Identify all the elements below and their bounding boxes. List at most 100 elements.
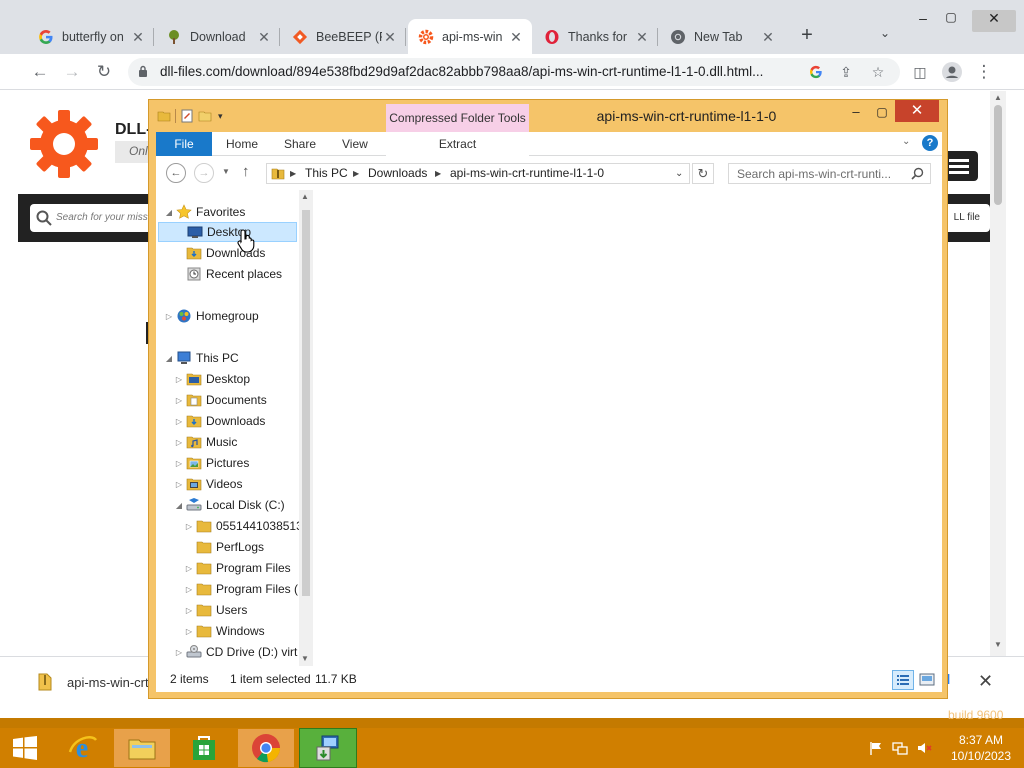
expand-arrow-icon[interactable]: ▷	[184, 627, 194, 636]
navigation-pane-scrollbar[interactable]: ▲ ▼	[299, 190, 313, 666]
nav-folder-05514410385131[interactable]: ▷ 05514410385131	[184, 516, 299, 536]
explorer-title-bar[interactable]: ▾ Compressed Folder Tools api-ms-win-crt…	[149, 100, 947, 132]
search-input[interactable]	[729, 164, 909, 183]
nav-videos[interactable]: ▷ Videos	[174, 474, 243, 494]
nav-music[interactable]: ▷ Music	[174, 432, 237, 452]
expand-ribbon-chevron-icon[interactable]: ⌄	[902, 136, 910, 147]
expand-arrow-icon[interactable]: ▷	[184, 606, 194, 615]
collapse-arrow-icon[interactable]: ◢	[174, 501, 184, 510]
nav-folder-program-files-x86[interactable]: ▷ Program Files (	[184, 579, 298, 599]
properties-icon[interactable]	[180, 109, 194, 123]
expand-arrow-icon[interactable]: ▷	[174, 375, 184, 384]
reload-icon[interactable]: ↻	[92, 60, 116, 84]
site-brand[interactable]: DLL-	[115, 121, 151, 139]
details-view-icon[interactable]	[892, 670, 914, 690]
nav-this-pc-desktop[interactable]: ▷ Desktop	[174, 369, 250, 389]
breadcrumb-current-folder[interactable]: api-ms-win-crt-runtime-l1-1-0	[450, 164, 604, 183]
scrollbar-thumb[interactable]	[302, 210, 310, 596]
scroll-down-icon[interactable]: ▼	[990, 640, 1006, 652]
folder-icon[interactable]	[157, 109, 171, 123]
expand-arrow-icon[interactable]: ▷	[184, 522, 194, 531]
recent-locations-chevron-icon[interactable]: ▼	[222, 167, 230, 176]
nav-pictures[interactable]: ▷ Pictures	[174, 453, 249, 473]
tab-close-icon[interactable]: ✕	[634, 29, 650, 45]
up-arrow-icon[interactable]: ↑	[242, 163, 250, 180]
bookmark-star-icon[interactable]: ☆	[868, 62, 888, 82]
expand-arrow-icon[interactable]: ▷	[174, 417, 184, 426]
kebab-menu-icon[interactable]: ⋮	[972, 60, 996, 84]
share-icon[interactable]: ⇪	[836, 62, 856, 82]
expand-arrow-icon[interactable]: ▷	[164, 312, 174, 321]
nav-documents[interactable]: ▷ Documents	[174, 390, 267, 410]
profile-avatar-icon[interactable]	[940, 60, 964, 84]
expand-arrow-icon[interactable]: ▷	[174, 438, 184, 447]
tab-home[interactable]: Home	[226, 132, 258, 156]
breadcrumb-separator-icon[interactable]: ▶	[353, 164, 359, 183]
close-download-bar-icon[interactable]: ✕	[978, 671, 993, 692]
nav-recent-places[interactable]: Recent places	[184, 264, 282, 284]
new-folder-icon[interactable]	[198, 109, 212, 123]
tab-view[interactable]: View	[342, 132, 368, 156]
close-window-icon[interactable]: ✕	[972, 10, 1016, 32]
taskbar-file-explorer[interactable]	[114, 729, 170, 767]
action-center-flag-icon[interactable]	[868, 740, 884, 756]
breadcrumb-separator-icon[interactable]: ▶	[290, 164, 296, 183]
scroll-up-icon[interactable]: ▲	[301, 192, 309, 201]
system-clock[interactable]: 8:37 AM 10/10/2023	[946, 732, 1016, 764]
back-arrow-icon[interactable]: ←	[28, 60, 52, 84]
minimize-icon[interactable]: –	[908, 10, 938, 30]
breadcrumb-this-pc[interactable]: This PC	[305, 164, 348, 183]
tab-close-icon[interactable]: ✕	[760, 29, 776, 45]
forward-arrow-icon[interactable]: →	[60, 60, 84, 84]
address-bar[interactable]: ▶ This PC ▶ Downloads ▶ api-ms-win-crt-r…	[266, 163, 690, 184]
tab-close-icon[interactable]: ✕	[508, 29, 524, 45]
tab-download[interactable]: Download ✕	[156, 19, 280, 54]
breadcrumb-downloads[interactable]: Downloads	[368, 164, 427, 183]
nav-this-pc[interactable]: ◢ This PC	[164, 348, 239, 368]
taskbar-chrome[interactable]	[238, 729, 294, 767]
nav-homegroup[interactable]: ▷ Homegroup	[164, 306, 259, 326]
tab-file[interactable]: File	[156, 132, 212, 156]
expand-arrow-icon[interactable]: ▷	[174, 396, 184, 405]
new-tab-plus-icon[interactable]: +	[795, 25, 819, 46]
expand-arrow-icon[interactable]: ▷	[174, 459, 184, 468]
tab-share[interactable]: Share	[284, 132, 316, 156]
start-button[interactable]	[0, 729, 50, 767]
expand-arrow-icon[interactable]: ▷	[184, 564, 194, 573]
tab-close-icon[interactable]: ✕	[130, 29, 146, 45]
nav-favorites-desktop[interactable]: Desktop	[158, 222, 297, 242]
nav-favorites[interactable]: ◢ Favorites	[164, 202, 245, 222]
address-bar[interactable]: dll-files.com/download/894e538fbd29d9af2…	[128, 58, 900, 86]
tab-thanks[interactable]: Thanks for ✕	[534, 19, 658, 54]
nav-folder-windows[interactable]: ▷ Windows	[184, 621, 265, 641]
scrollbar-thumb[interactable]	[994, 105, 1002, 205]
tab-close-icon[interactable]: ✕	[256, 29, 272, 45]
close-window-icon[interactable]: ✕	[895, 100, 939, 122]
network-icon[interactable]	[892, 740, 908, 756]
tab-api-ms-win[interactable]: api-ms-win ✕	[408, 19, 532, 54]
tab-close-icon[interactable]: ✕	[382, 29, 398, 45]
volume-muted-icon[interactable]	[916, 740, 932, 756]
tab-butterfly[interactable]: butterfly on ✕	[28, 19, 154, 54]
nav-local-disk-c[interactable]: ◢ Local Disk (C:)	[174, 495, 285, 515]
address-history-dropdown-icon[interactable]: ⌄	[675, 164, 683, 183]
collapse-arrow-icon[interactable]: ◢	[164, 354, 174, 363]
scroll-up-icon[interactable]: ▲	[990, 93, 1006, 105]
customize-qat-dropdown-icon[interactable]: ▾	[218, 111, 223, 122]
page-scrollbar[interactable]: ▲ ▼	[990, 91, 1006, 656]
taskbar-setup-app[interactable]	[299, 728, 357, 768]
collapse-arrow-icon[interactable]: ◢	[164, 208, 174, 217]
side-panel-icon[interactable]: ◫	[908, 60, 932, 84]
search-dll-button[interactable]: LL file	[954, 204, 980, 232]
tab-extract[interactable]: Extract	[386, 132, 529, 156]
taskbar-internet-explorer[interactable]: e	[54, 729, 110, 767]
forward-arrow-icon[interactable]: →	[194, 163, 214, 183]
nav-folder-users[interactable]: ▷ Users	[184, 600, 247, 620]
taskbar-store[interactable]	[176, 729, 232, 767]
back-arrow-icon[interactable]: ←	[166, 163, 186, 183]
maximize-icon[interactable]: ▢	[936, 10, 966, 30]
nav-cd-drive-d[interactable]: ▷ CD Drive (D:) virt	[174, 642, 297, 662]
expand-arrow-icon[interactable]: ▷	[174, 648, 184, 657]
scroll-down-icon[interactable]: ▼	[301, 654, 309, 663]
help-icon[interactable]: ?	[922, 135, 938, 151]
